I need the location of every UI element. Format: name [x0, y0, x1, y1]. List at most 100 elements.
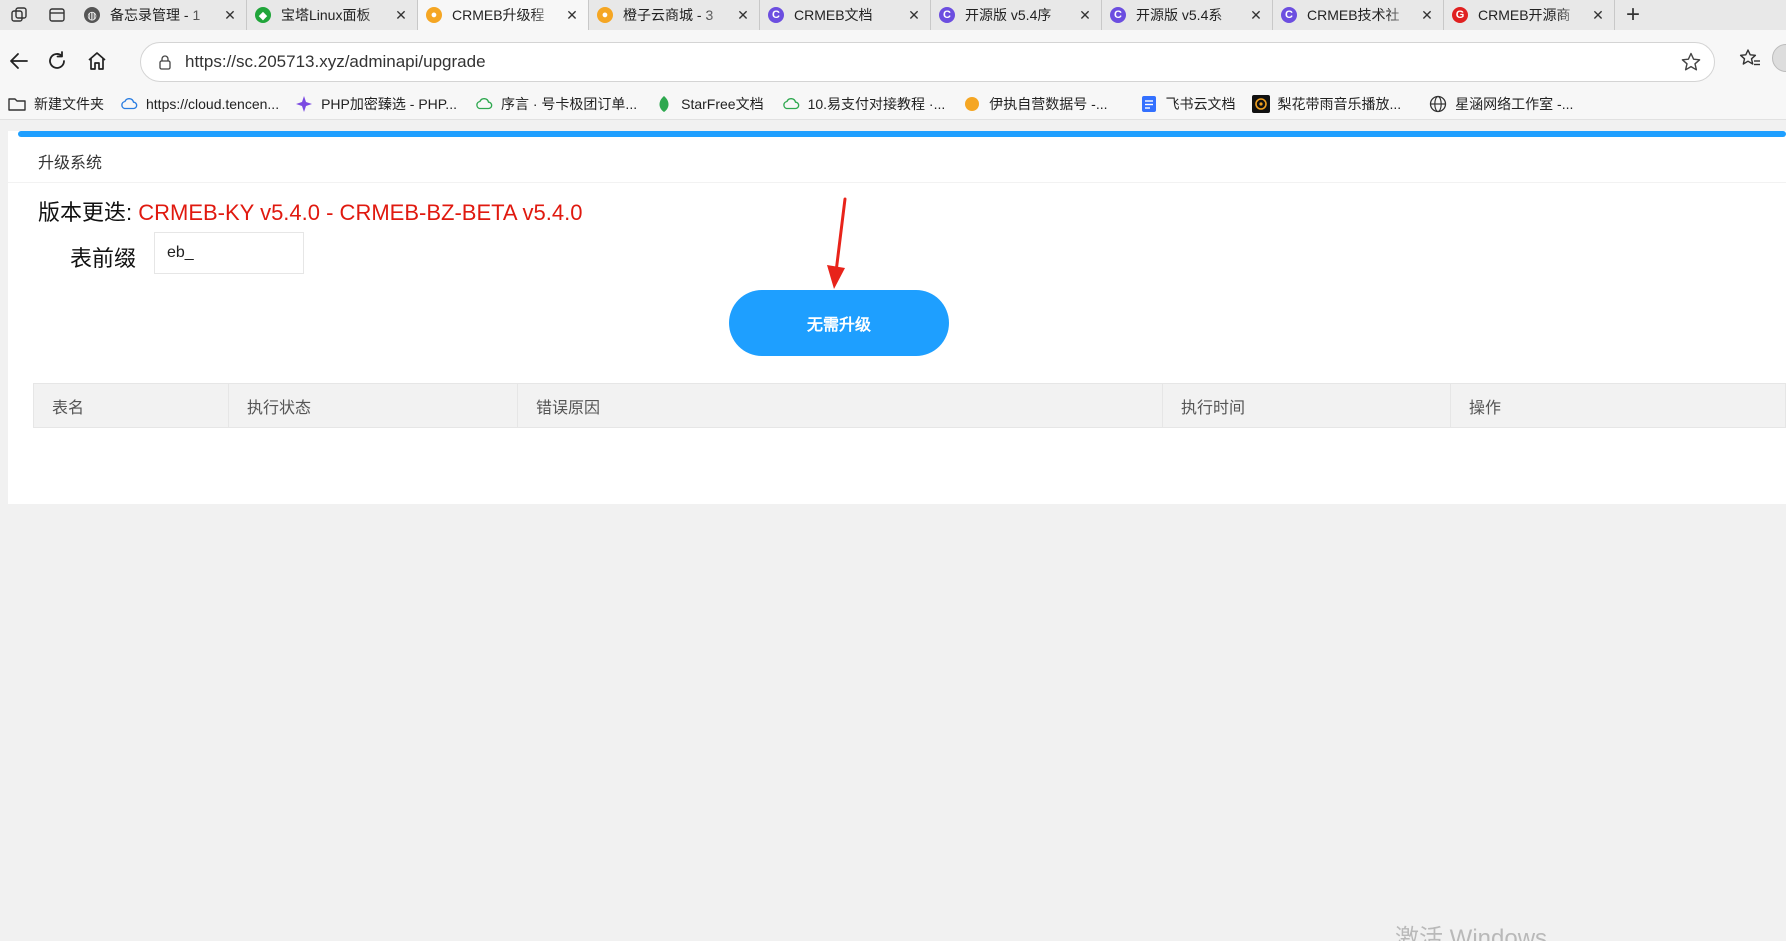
crmeb-g-icon: G	[1452, 7, 1468, 23]
bookmark-item[interactable]: 梨花带雨音乐播放...	[1251, 94, 1402, 114]
bookmark-item[interactable]: https://cloud.tencen...	[120, 95, 279, 113]
music-icon	[1251, 94, 1270, 113]
tab-strip: ◍ 备忘录管理 - 1 ✕ ◆ 宝塔Linux面板 ✕ ● CRMEB升级程 ✕ ● 橙子云商城 -…	[0, 0, 1786, 30]
tab-title: CRMEB技术社	[1307, 7, 1400, 23]
tab-3[interactable]: ● 橙子云商城 - 3 ✕	[589, 0, 760, 30]
tab-7[interactable]: C CRMEB技术社 ✕	[1273, 0, 1444, 30]
close-icon[interactable]: ✕	[735, 7, 751, 23]
table-prefix-input[interactable]	[154, 232, 304, 274]
tab-5[interactable]: C 开源版 v5.4序 ✕	[931, 0, 1102, 30]
close-icon[interactable]: ✕	[1419, 7, 1435, 23]
page-content: 升级系统 版本更迭: CRMEB-KY v5.4.0 - CRMEB-BZ-BE…	[0, 121, 1786, 941]
cloud-icon	[120, 95, 138, 113]
bookmark-label: https://cloud.tencen...	[146, 95, 280, 112]
table-prefix-label: 表前缀	[70, 246, 137, 271]
bookmark-item[interactable]: 新建文件夹	[8, 94, 104, 114]
tab-0[interactable]: ◍ 备忘录管理 - 1 ✕	[76, 0, 247, 30]
bookmark-label: 梨花带雨音乐播放...	[1277, 95, 1402, 112]
workspaces-icon[interactable]	[0, 0, 38, 30]
tab-title: 开源版 v5.4系	[1136, 7, 1223, 23]
green-cloud-icon	[475, 95, 493, 113]
php-sparkle-icon	[295, 95, 313, 113]
tab-title: CRMEB升级程	[452, 7, 545, 23]
globe-icon: ◍	[84, 7, 100, 23]
tab-title: CRMEB文档	[794, 7, 873, 23]
column-header-time: 执行时间	[1162, 383, 1451, 428]
upgrade-card: 升级系统 版本更迭: CRMEB-KY v5.4.0 - CRMEB-BZ-BE…	[8, 131, 1786, 504]
bookmark-item[interactable]: 星涵网络工作室 -...	[1429, 94, 1573, 114]
crmeb-c-icon: C	[1281, 7, 1297, 23]
crmeb-bird-icon	[963, 95, 981, 113]
tab-title: 备忘录管理 - 1	[110, 7, 201, 23]
version-value: CRMEB-KY v5.4.0 - CRMEB-BZ-BETA v5.4.0	[138, 200, 583, 225]
bookmark-label: StarFree文档	[681, 95, 764, 112]
address-bar[interactable]: https://sc.205713.xyz/adminapi/upgrade	[140, 42, 1715, 82]
crmeb-c-icon: C	[768, 7, 784, 23]
column-header-error: 错误原因	[517, 383, 1163, 428]
column-header-status: 执行状态	[228, 383, 518, 428]
bookmarks-bar: 新建文件夹 https://cloud.tencen... PHP加密臻选 - PH…	[0, 88, 1786, 120]
site-info-icon[interactable]	[157, 54, 173, 70]
reload-icon[interactable]	[40, 44, 74, 78]
crmeb-c-icon: C	[939, 7, 955, 23]
close-icon[interactable]: ✕	[564, 7, 580, 23]
crmeb-bird-icon: ●	[597, 7, 613, 23]
folder-icon	[8, 95, 26, 113]
home-icon[interactable]	[80, 44, 114, 78]
bookmark-label: 飞书云文档	[1165, 95, 1236, 112]
bookmark-item[interactable]: 10.易支付对接教程 ·...	[782, 94, 946, 114]
bookmark-item[interactable]: PHP加密臻选 - PHP...	[295, 94, 457, 114]
profile-avatar[interactable]	[1772, 44, 1786, 72]
tab-title: 宝塔Linux面板	[281, 7, 371, 23]
bookmark-item[interactable]: 飞书云文档	[1140, 94, 1236, 114]
tab-2[interactable]: ● CRMEB升级程 ✕	[418, 0, 589, 30]
tab-6[interactable]: C 开源版 v5.4系 ✕	[1102, 0, 1273, 30]
column-header-table-name: 表名	[33, 383, 229, 428]
tab-1[interactable]: ◆ 宝塔Linux面板 ✕	[247, 0, 418, 30]
close-icon[interactable]: ✕	[1248, 7, 1264, 23]
version-label: 版本更迭:	[38, 200, 139, 225]
bookmark-item[interactable]: 伊执自营数据号 -...	[963, 94, 1108, 114]
globe-icon	[1429, 95, 1447, 113]
address-bar-row: https://sc.205713.xyz/adminapi/upgrade	[0, 30, 1786, 96]
bookmark-label: PHP加密臻选 - PHP...	[321, 95, 457, 112]
table-header-row: 表名 执行状态 错误原因 执行时间 操作	[33, 383, 1786, 428]
vertical-tabs-icon[interactable]	[38, 0, 76, 30]
tab-title: CRMEB开源商	[1478, 7, 1571, 23]
bookmark-label: 新建文件夹	[34, 95, 104, 112]
tab-4[interactable]: C CRMEB文档 ✕	[760, 0, 931, 30]
version-info: 版本更迭: CRMEB-KY v5.4.0 - CRMEB-BZ-BETA v5…	[38, 195, 582, 227]
upgrade-log-table: 表名 执行状态 错误原因 执行时间 操作	[33, 383, 1786, 428]
tab-8[interactable]: G CRMEB开源商 ✕	[1444, 0, 1615, 30]
close-icon[interactable]: ✕	[393, 7, 409, 23]
windows-activation-watermark: 激活 Windows	[1395, 925, 1548, 941]
green-leaf-icon	[655, 95, 673, 113]
close-icon[interactable]: ✕	[222, 7, 238, 23]
url-text[interactable]: https://sc.205713.xyz/adminapi/upgrade	[185, 52, 486, 72]
bookmark-item[interactable]: 序言 · 号卡极团订单...	[475, 94, 637, 114]
crmeb-c-icon: C	[1110, 7, 1126, 23]
column-header-action: 操作	[1450, 383, 1786, 428]
crmeb-bird-icon: ●	[426, 7, 442, 23]
bookmark-label: 序言 · 号卡极团订单...	[500, 95, 638, 112]
doc-icon	[1140, 95, 1158, 113]
close-icon[interactable]: ✕	[1077, 7, 1093, 23]
favorites-icon[interactable]	[1736, 44, 1764, 72]
favorite-star-icon[interactable]	[1680, 51, 1702, 73]
green-cloud-icon	[782, 95, 800, 113]
new-tab-button[interactable]: +	[1615, 0, 1651, 30]
close-icon[interactable]: ✕	[1590, 7, 1606, 23]
bookmark-label: 伊执自营数据号 -...	[989, 95, 1108, 112]
bookmark-item[interactable]: StarFree文档	[655, 94, 764, 114]
page-title: 升级系统	[8, 139, 1786, 183]
close-icon[interactable]: ✕	[906, 7, 922, 23]
back-icon[interactable]	[2, 44, 36, 78]
tab-title: 开源版 v5.4序	[965, 7, 1052, 23]
tab-title: 橙子云商城 - 3	[623, 7, 714, 23]
bookmark-label: 10.易支付对接教程 ·...	[807, 95, 946, 112]
upgrade-button[interactable]: 无需升级	[729, 290, 949, 356]
progress-bar	[18, 131, 1786, 137]
baota-shield-icon: ◆	[255, 7, 271, 23]
red-arrow-annotation	[827, 197, 847, 289]
bookmark-label: 星涵网络工作室 -...	[1455, 95, 1574, 112]
